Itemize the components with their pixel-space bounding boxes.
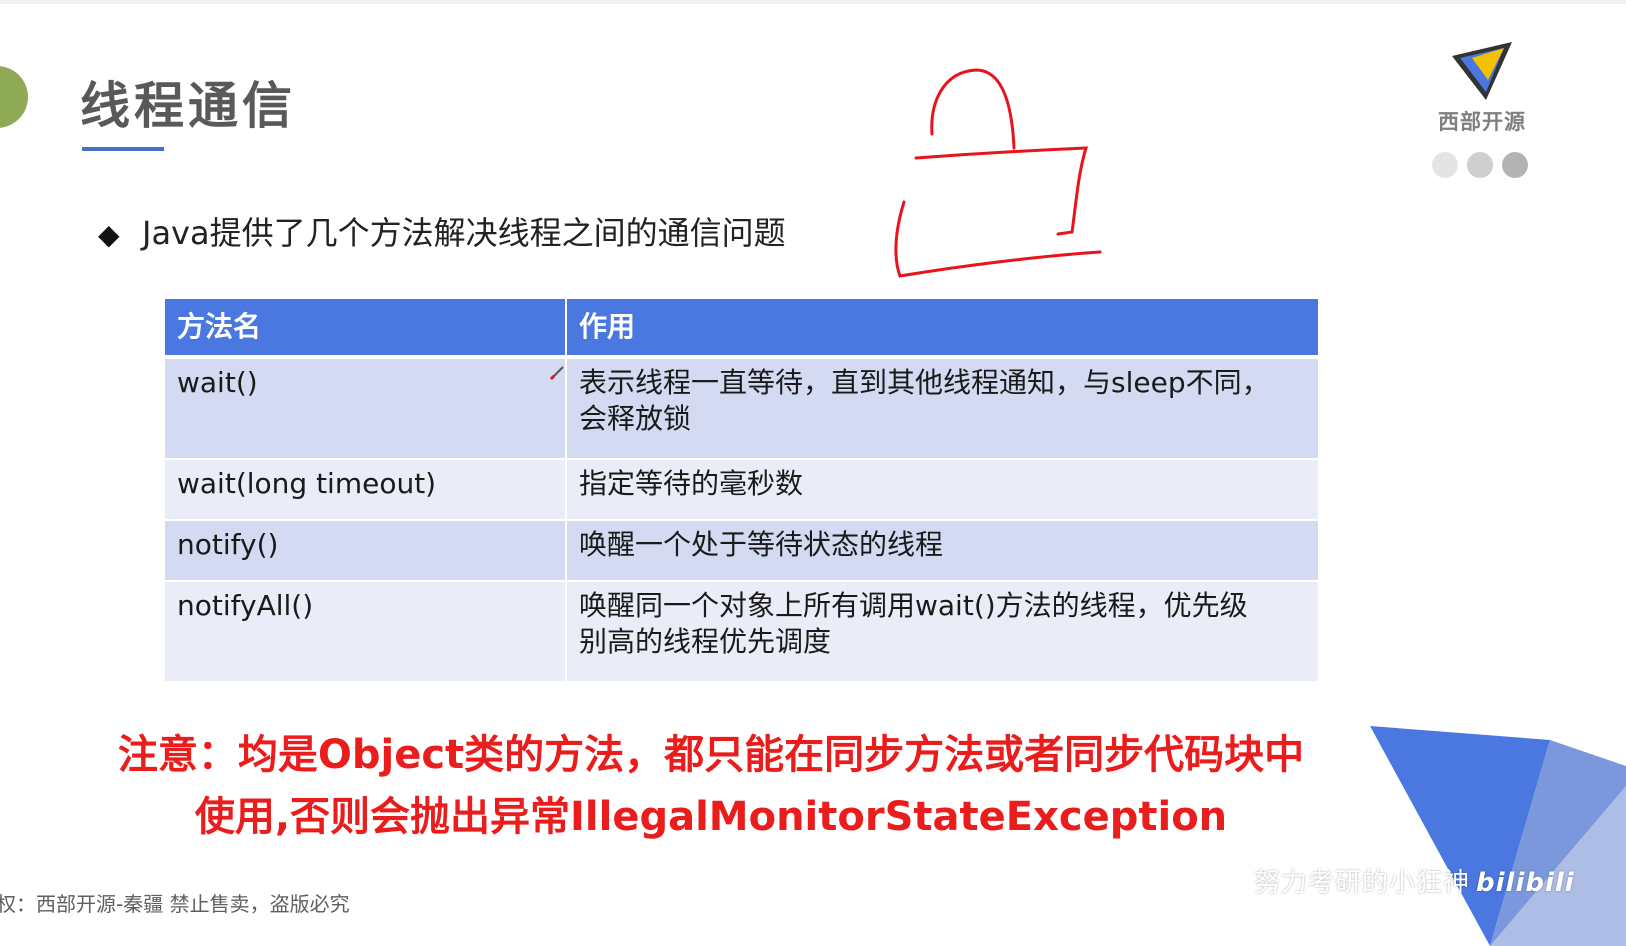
table-row: notifyAll() 唤醒同一个对象上所有调用wait()方法的线程，优先级别… <box>163 580 1320 683</box>
table-row: wait(long timeout) 指定等待的毫秒数 <box>163 458 1320 521</box>
method-cell: wait(long timeout) <box>163 458 567 521</box>
corner-decoration <box>1370 726 1626 946</box>
desc-line: 唤醒一个处于等待状态的线程 <box>579 528 944 561</box>
side-decoration-circle <box>0 66 28 128</box>
watermark-author: 努力考研的小狂神 <box>1254 868 1471 898</box>
method-cell: notifyAll() <box>163 580 567 683</box>
desc-line: 表示线程一直等待，直到其他线程通知，与sleep不同， <box>579 366 1270 399</box>
table-row: notify() 唤醒一个处于等待状态的线程 <box>163 519 1320 582</box>
desc-line: 会释放锁 <box>579 402 692 435</box>
header-purpose: 作用 <box>565 297 1320 359</box>
pencil-icon <box>549 366 564 381</box>
nav-dot-1 <box>1432 152 1458 178</box>
methods-table: 方法名 作用 wait() 表示线程一直等待，直到其他线程通知，与sleep不同… <box>163 297 1320 683</box>
bullet-point: ◆ Java提供了几个方法解决线程之间的通信问题 <box>98 208 786 254</box>
nav-dot-2 <box>1467 152 1493 178</box>
method-cell: notify() <box>163 519 567 582</box>
slide-title: 线程通信 <box>80 77 296 135</box>
top-bar <box>0 0 1626 4</box>
bullet-diamond-icon: ◆ <box>98 218 120 251</box>
desc-line: 别高的线程优先调度 <box>579 625 832 658</box>
bullet-text: Java提供了几个方法解决线程之间的通信问题 <box>142 214 786 252</box>
warning-note: 注意：均是Object类的方法，都只能在同步方法或者同步代码块中 使用,否则会抛… <box>96 724 1326 848</box>
bilibili-logo: bilibili <box>1476 868 1575 898</box>
method-cell: wait() <box>163 356 567 460</box>
logo-icon <box>1452 42 1512 100</box>
desc-line: 指定等待的毫秒数 <box>579 467 804 500</box>
desc-cell: 唤醒一个处于等待状态的线程 <box>565 519 1320 582</box>
desc-line: 唤醒同一个对象上所有调用wait()方法的线程，优先级 <box>579 589 1248 622</box>
table-row: wait() 表示线程一直等待，直到其他线程通知，与sleep不同， 会释放锁 <box>163 356 1320 460</box>
title-underline <box>82 147 164 151</box>
handwritten-lock-drawing <box>894 68 1102 278</box>
table-header-row: 方法名 作用 <box>163 297 1320 359</box>
video-watermark: 努力考研的小狂神 bilibili <box>1254 862 1575 899</box>
logo-text: 西部开源 <box>1438 110 1526 134</box>
warning-line-1: 注意：均是Object类的方法，都只能在同步方法或者同步代码块中 <box>117 732 1305 778</box>
header-method-name: 方法名 <box>163 297 567 359</box>
desc-cell: 唤醒同一个对象上所有调用wait()方法的线程，优先级 别高的线程优先调度 <box>565 580 1320 683</box>
nav-dot-3 <box>1502 152 1528 178</box>
desc-cell: 指定等待的毫秒数 <box>565 458 1320 521</box>
logo: 西部开源 <box>1432 40 1532 140</box>
warning-line-2: 使用,否则会抛出异常IllegalMonitorStateException <box>194 794 1228 840</box>
copyright-footer: 权：西部开源-秦疆 禁止售卖，盗版必究 <box>0 892 350 916</box>
desc-cell: 表示线程一直等待，直到其他线程通知，与sleep不同， 会释放锁 <box>565 356 1320 460</box>
